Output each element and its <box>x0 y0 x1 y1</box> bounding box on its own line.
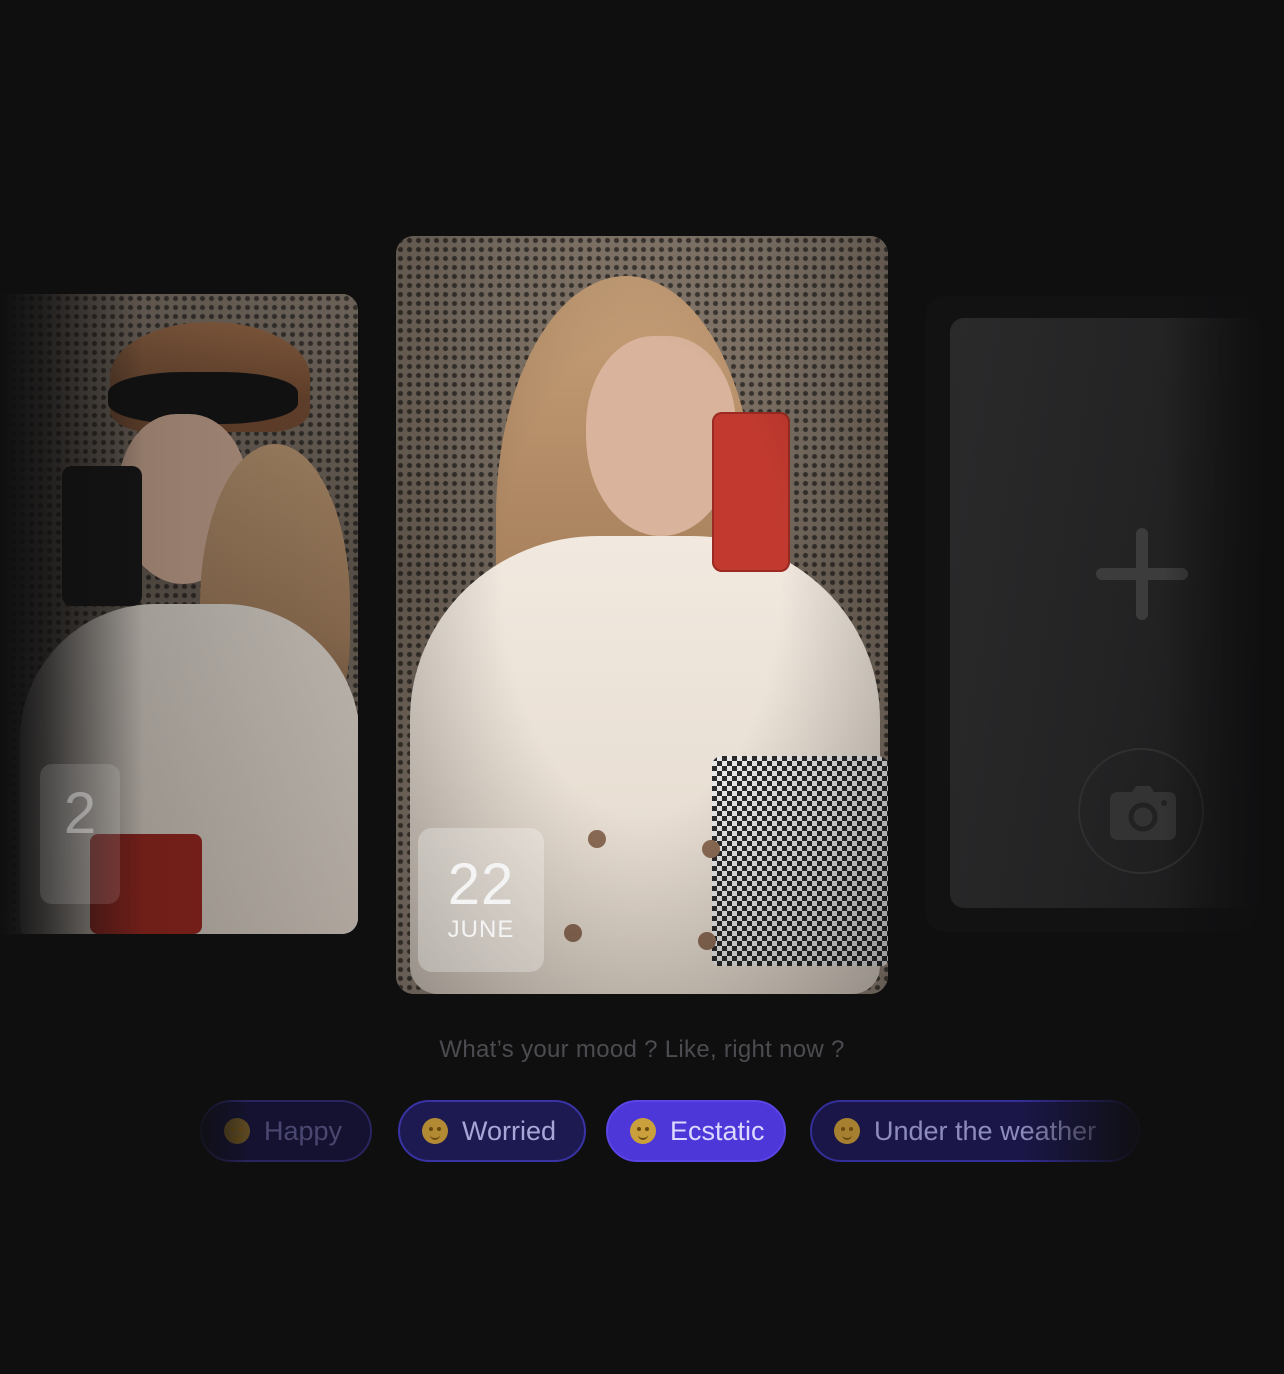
mood-chip-worried[interactable]: Worried <box>398 1100 586 1162</box>
mood-prompt: What’s your mood ? Like, right now ? <box>439 1036 845 1063</box>
date-badge: 22 JUNE <box>418 828 544 972</box>
plus-icon[interactable] <box>1096 528 1188 620</box>
date-day: 22 <box>447 852 515 917</box>
mood-chip-label: Under the weather <box>874 1115 1097 1146</box>
mood-journal-screen: 2 22 JUNE What’s your mood ? Like, right… <box>0 0 1284 1374</box>
mood-chip-label: Happy <box>264 1115 343 1146</box>
smile-emoji-icon <box>224 1118 250 1144</box>
pensive-emoji-icon <box>422 1118 448 1144</box>
previous-photo-card[interactable]: 2 <box>0 294 358 934</box>
previous-date-day: 2 <box>63 781 97 846</box>
mood-chip-label: Worried <box>462 1115 557 1146</box>
mood-chip-under-the-weather[interactable]: Under the weather <box>810 1100 1140 1162</box>
mood-chip-happy[interactable]: Happy <box>200 1100 372 1162</box>
camera-button[interactable] <box>1078 748 1204 874</box>
add-photo-card[interactable] <box>950 318 1260 908</box>
mood-chip-ecstatic[interactable]: Ecstatic <box>606 1100 786 1162</box>
camera-icon <box>1110 786 1176 840</box>
date-month: JUNE <box>447 916 515 943</box>
grin-emoji-icon <box>630 1118 656 1144</box>
mood-chip-label: Ecstatic <box>670 1115 765 1146</box>
current-photo-card[interactable]: 22 JUNE <box>396 236 888 994</box>
previous-date-badge: 2 <box>40 764 120 904</box>
sick-emoji-icon <box>834 1118 860 1144</box>
